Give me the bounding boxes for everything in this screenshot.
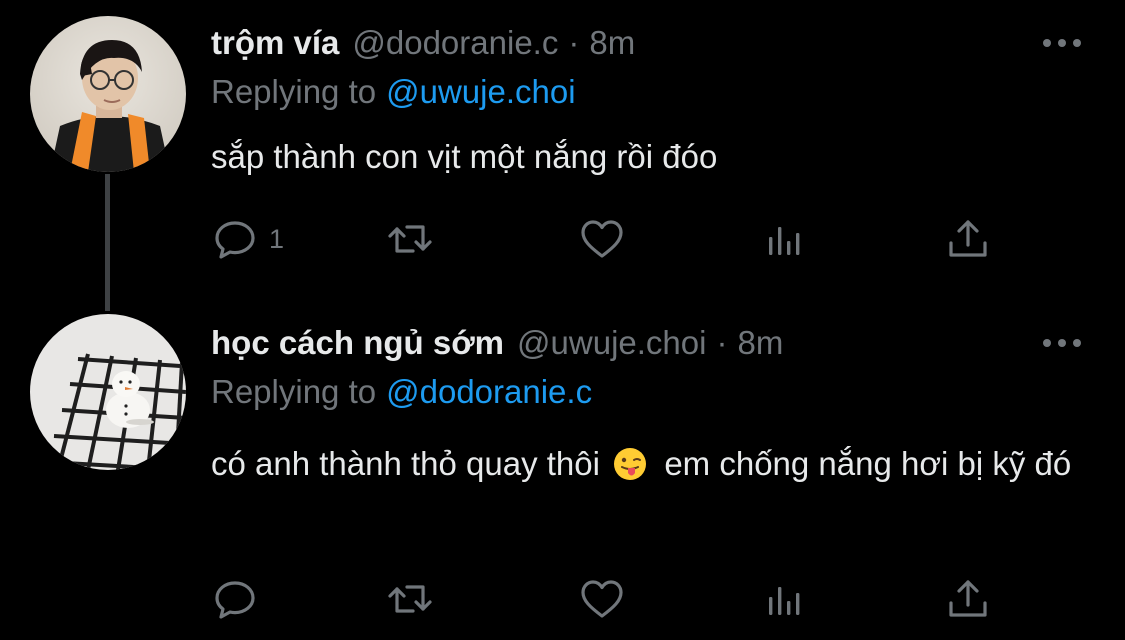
user-handle[interactable]: @uwuje.choi <box>517 324 706 362</box>
reply-button[interactable] <box>211 575 269 623</box>
replying-to-line: Replying to @dodoranie.c <box>211 373 592 411</box>
reply-button[interactable]: 1 <box>211 215 284 263</box>
avatar[interactable] <box>30 16 186 172</box>
replying-label: Replying to <box>211 373 377 410</box>
more-dots-icon[interactable] <box>1043 336 1081 350</box>
views-bar-chart-icon <box>769 587 800 615</box>
action-bar <box>211 575 1031 623</box>
retweet-icon <box>388 225 432 253</box>
display-name[interactable]: trộm vía <box>211 24 339 62</box>
tweet-header: trộm vía @dodoranie.c · 8m <box>211 24 635 64</box>
share-upload-icon <box>949 580 987 617</box>
replying-to-handle-link[interactable]: @uwuje.choi <box>386 73 575 110</box>
reply-count: 1 <box>269 223 285 254</box>
replying-to-handle-link[interactable]: @dodoranie.c <box>386 373 592 410</box>
share-upload-icon <box>949 220 987 257</box>
avatar-photo-snowman-icon <box>30 314 186 470</box>
timestamp[interactable]: 8m <box>737 324 783 362</box>
tweet-reply[interactable]: học cách ngủ sớm @uwuje.choi · 8m Replyi… <box>0 300 1125 640</box>
share-button[interactable] <box>944 575 992 623</box>
avatar[interactable] <box>30 314 186 470</box>
retweet-icon <box>388 585 432 613</box>
thread-connector-line <box>105 174 110 311</box>
display-name[interactable]: học cách ngủ sớm <box>211 324 504 362</box>
views-bar-chart-icon <box>769 227 800 255</box>
heart-icon <box>581 220 623 258</box>
heart-icon <box>581 580 623 618</box>
dot <box>1043 39 1051 47</box>
views-button[interactable] <box>761 575 809 623</box>
action-bar: 1 <box>211 215 1031 263</box>
replying-label: Replying to <box>211 73 377 110</box>
tweet-text: sắp thành con vịt một nắng rồi đóo <box>211 138 718 175</box>
tweet-header: học cách ngủ sớm @uwuje.choi · 8m <box>211 324 783 364</box>
tweet-text: có anh thành thỏ quay thôi em chống nắng… <box>211 440 1091 488</box>
dot <box>1073 39 1081 47</box>
tweet-text-part: có anh thành thỏ quay thôi <box>211 445 600 482</box>
tweet-text-part: em chống nắng hơi bị kỹ đó <box>664 445 1072 482</box>
dot <box>1058 339 1066 347</box>
reply-bubble-icon <box>215 221 255 259</box>
dot <box>1043 339 1051 347</box>
user-handle[interactable]: @dodoranie.c <box>352 24 558 62</box>
like-button[interactable] <box>578 575 626 623</box>
timestamp[interactable]: 8m <box>589 24 635 62</box>
dot <box>1073 339 1081 347</box>
separator-dot: · <box>716 324 728 361</box>
more-dots-icon[interactable] <box>1043 36 1081 50</box>
dot <box>1058 39 1066 47</box>
separator-dot: · <box>568 24 580 61</box>
replying-to-line: Replying to @uwuje.choi <box>211 73 576 111</box>
reply-bubble-icon <box>215 581 255 619</box>
tweet-parent[interactable]: trộm vía @dodoranie.c · 8m Replying to @u… <box>0 0 1125 311</box>
retweet-button[interactable] <box>386 575 434 623</box>
share-button[interactable] <box>944 215 992 263</box>
tongue-out-emoji-icon <box>614 448 647 480</box>
retweet-button[interactable] <box>386 215 434 263</box>
avatar-photo-person-icon <box>30 16 186 172</box>
like-button[interactable] <box>578 215 626 263</box>
views-button[interactable] <box>761 215 809 263</box>
